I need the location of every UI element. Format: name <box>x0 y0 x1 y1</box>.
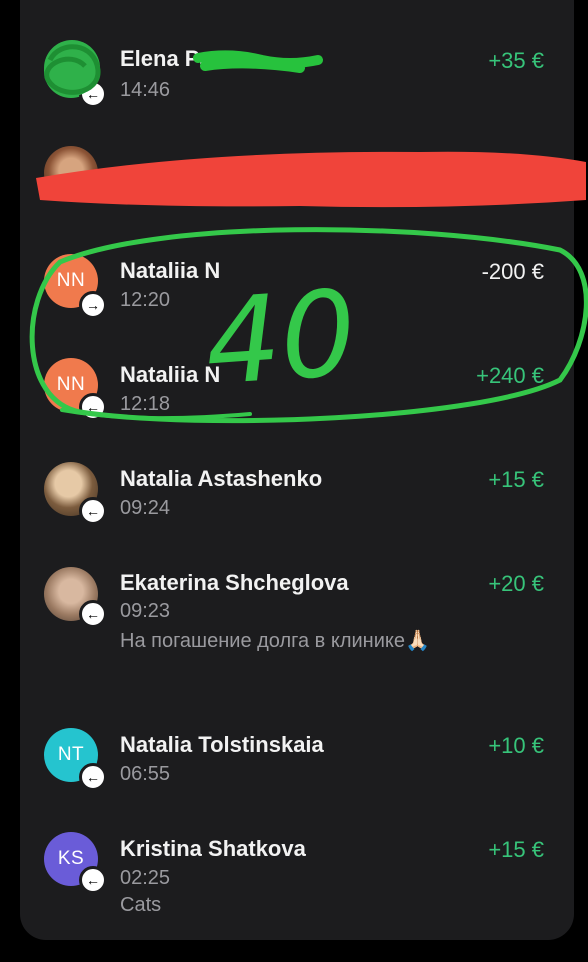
transaction-time: 12:18 <box>120 393 171 415</box>
sender-name: Nataliia N <box>120 258 221 283</box>
transaction-row[interactable]: NN → Nataliia N 12:20 -200 € <box>20 246 574 326</box>
transaction-row[interactable]: ← Natalia Astashenko 09:24 +15 € <box>20 454 574 534</box>
sender-name: Natalia Astashenko <box>120 466 323 491</box>
arrow-left-icon: ← <box>79 866 107 894</box>
transaction-time: 06:55 <box>120 763 171 785</box>
transaction-row[interactable]: NN ← Nataliia N 12:18 +240 € <box>20 350 574 430</box>
transaction-row[interactable]: ← Elena Pa 14:46 +35 € <box>20 34 574 114</box>
sender-name: Ekaterina Shcheglova <box>120 570 349 595</box>
transaction-amount: +10 € <box>488 733 544 758</box>
transaction-amount: +35 € <box>488 48 544 73</box>
transaction-row-redacted[interactable] <box>20 140 574 220</box>
transaction-row[interactable]: KS ← Kristina Shatkova 02:25 Cats +15 € <box>20 824 574 924</box>
avatar <box>44 146 98 200</box>
transaction-note: На погашение долга в клинике🙏🏻 <box>120 630 430 652</box>
transaction-amount: +20 € <box>488 571 544 596</box>
sender-name: Nataliia N <box>120 362 221 387</box>
transaction-row[interactable]: ← Ekaterina Shcheglova 09:23 На погашени… <box>20 560 574 690</box>
transaction-time: 09:24 <box>120 497 171 519</box>
transaction-time: 09:23 <box>120 600 171 622</box>
arrow-left-icon: ← <box>79 763 107 791</box>
arrow-left-icon: ← <box>79 80 107 108</box>
arrow-right-icon: → <box>79 291 107 319</box>
transaction-time: 02:25 <box>120 867 171 889</box>
transaction-time: 14:46 <box>120 79 171 101</box>
sender-name: Kristina Shatkova <box>120 836 306 861</box>
transaction-time: 12:20 <box>120 289 171 311</box>
transaction-amount: -200 € <box>481 259 544 284</box>
arrow-left-icon: ← <box>79 393 107 421</box>
transactions-card: ← Elena Pa 14:46 +35 € NN → Nataliia N 1… <box>20 0 574 940</box>
transaction-amount: +240 € <box>476 363 544 388</box>
arrow-left-icon: ← <box>79 497 107 525</box>
transaction-amount: +15 € <box>488 467 544 492</box>
transaction-amount: +15 € <box>488 837 544 862</box>
transaction-row[interactable]: NT ← Natalia Tolstinskaia 06:55 +10 € <box>20 720 574 800</box>
sender-name: Natalia Tolstinskaia <box>120 732 324 757</box>
sender-name: Elena Pa <box>120 46 212 71</box>
arrow-left-icon: ← <box>79 600 107 628</box>
transaction-note: Cats <box>120 894 162 916</box>
